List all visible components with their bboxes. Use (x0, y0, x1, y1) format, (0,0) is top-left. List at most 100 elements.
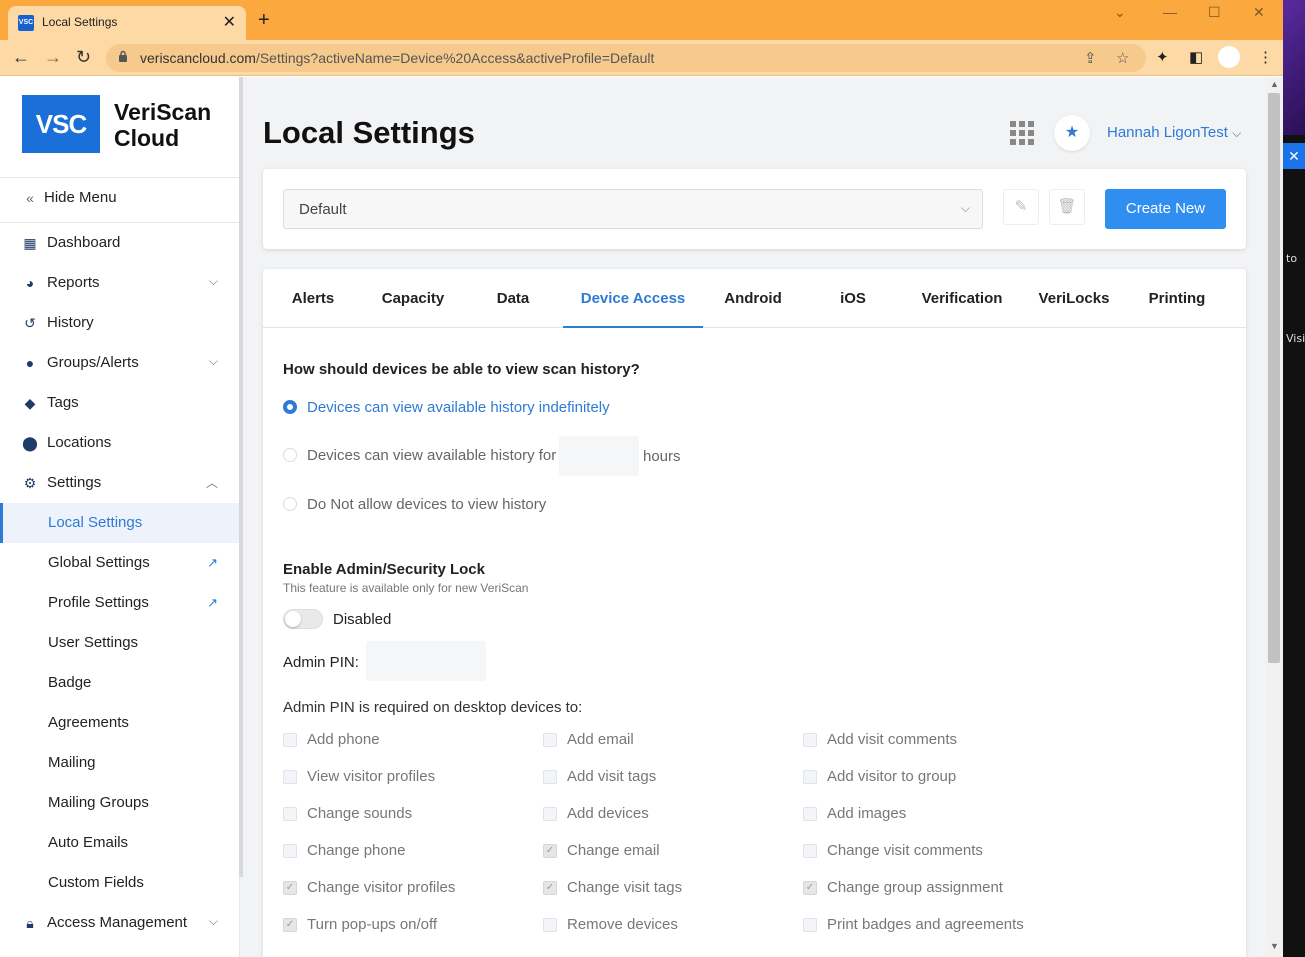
sidebar-item-dashboard[interactable]: ▦ Dashboard (0, 223, 240, 263)
forward-icon[interactable]: → (44, 47, 62, 68)
profile-avatar[interactable] (1218, 46, 1240, 68)
permission-checkbox[interactable]: ✓ (283, 918, 297, 932)
tab-android[interactable]: Android (703, 269, 803, 328)
admin-pin-label: Admin PIN: (283, 654, 359, 671)
sidebar-item-badge[interactable]: Badge (0, 663, 240, 703)
sidebar-item-profile-settings[interactable]: Profile Settings ↗ (0, 583, 240, 623)
dashboard-icon: ▦ (23, 235, 37, 251)
tab-verification[interactable]: Verification (903, 269, 1021, 328)
tab-capacity[interactable]: Capacity (363, 269, 463, 328)
permission-checkbox[interactable] (543, 807, 557, 821)
permission-checkbox[interactable]: ✓ (543, 881, 557, 895)
permission-label: Change sounds (307, 805, 413, 822)
tab-printing[interactable]: Printing (1127, 269, 1227, 328)
menu-kebab-icon[interactable]: ⋮ (1258, 48, 1273, 66)
page-scrollbar[interactable]: ▲ ▼ (1266, 77, 1283, 957)
sidebar-item-tags[interactable]: ◆ Tags (0, 383, 240, 423)
tab-device-access[interactable]: Device Access (563, 269, 703, 328)
permission-checkbox[interactable] (803, 733, 817, 747)
permission-label: Add phone (307, 731, 380, 748)
permission-checkbox[interactable] (803, 918, 817, 932)
tab-verilocks[interactable]: VeriLocks (1021, 269, 1127, 328)
permission-checkbox[interactable]: ✓ (543, 844, 557, 858)
sidebar-item-auto-emails[interactable]: Auto Emails (0, 823, 240, 863)
apps-grid-icon[interactable] (1010, 121, 1034, 145)
back-icon[interactable]: ← (12, 47, 30, 68)
history-icon: ↺ (24, 315, 36, 331)
sidebar-item-user-settings[interactable]: User Settings (0, 623, 240, 663)
permission-checkbox[interactable] (283, 807, 297, 821)
extensions-icon[interactable]: ✦ (1156, 48, 1169, 66)
browser-tab[interactable]: VSC Local Settings ✕ (8, 6, 246, 40)
maximize-icon[interactable]: ☐ (1208, 4, 1221, 21)
share-icon[interactable]: ⇪ (1084, 49, 1097, 67)
permission-label: Print badges and agreements (827, 916, 1024, 933)
permission-checkbox[interactable]: ✓ (283, 881, 297, 895)
sidebar-item-label: Global Settings (48, 554, 150, 571)
sidebar-item-local-settings[interactable]: Local Settings (0, 503, 240, 543)
security-lock-toggle[interactable] (283, 609, 323, 629)
permission-checkbox[interactable] (543, 733, 557, 747)
permission-checkbox[interactable] (543, 918, 557, 932)
pie-chart-icon: ◕ (25, 275, 35, 291)
chevron-down-icon: ⌵ (960, 201, 970, 215)
tab-search-icon[interactable]: ⌄ (1114, 4, 1126, 21)
tab-data[interactable]: Data (463, 269, 563, 328)
create-new-button[interactable]: Create New (1105, 189, 1226, 229)
minimize-icon[interactable]: — (1163, 4, 1177, 20)
sidebar-item-locations[interactable]: ⬤ Locations (0, 423, 240, 463)
profile-select[interactable]: Default ⌵ (283, 189, 983, 229)
admin-pin-input[interactable] (366, 641, 486, 681)
permission-checkbox[interactable] (543, 770, 557, 784)
sidebar-item-label: Groups/Alerts (47, 354, 139, 371)
permission-checkbox[interactable] (283, 844, 297, 858)
sidebar-item-mailing-groups[interactable]: Mailing Groups (0, 783, 240, 823)
tab-alerts[interactable]: Alerts (263, 269, 363, 328)
sidepanel-icon[interactable]: ◧ (1189, 48, 1203, 66)
sidebar-item-reports[interactable]: ◕ Reports ⌵ (0, 263, 240, 303)
sidebar-item-settings[interactable]: ⚙ Settings ︿ (0, 463, 240, 503)
address-bar[interactable]: veriscancloud.com/Settings?activeName=De… (106, 44, 1146, 72)
hide-menu-button[interactable]: « Hide Menu (0, 178, 240, 218)
tab-close-icon[interactable]: ✕ (223, 12, 236, 32)
permission-checkbox[interactable]: ✓ (803, 881, 817, 895)
sidebar-item-mailing[interactable]: Mailing (0, 743, 240, 783)
sidebar-item-history[interactable]: ↺ History (0, 303, 240, 343)
favorite-star-icon[interactable]: ★ (1054, 115, 1090, 151)
sidebar-item-custom-fields[interactable]: Custom Fields (0, 863, 240, 903)
permission-checkbox[interactable] (283, 770, 297, 784)
permission-checkbox[interactable] (803, 844, 817, 858)
window-close-icon[interactable]: ✕ (1253, 4, 1265, 21)
sidebar-item-global-settings[interactable]: Global Settings ↗ (0, 543, 240, 583)
radio-history-indefinite[interactable] (283, 400, 297, 414)
sidebar-item-label: User Settings (48, 634, 139, 651)
permission-checkbox[interactable] (283, 733, 297, 747)
permission-checkbox[interactable] (803, 807, 817, 821)
close-icon[interactable]: ✕ (1283, 143, 1305, 169)
sidebar-item-groups-alerts[interactable]: ● Groups/Alerts ⌵ (0, 343, 240, 383)
radio-history-hours[interactable] (283, 448, 297, 462)
user-menu[interactable]: Hannah LigonTest ⌵ (1107, 124, 1241, 141)
history-question: How should devices be able to view scan … (283, 361, 640, 378)
app-area: VSC VeriScan Cloud « Hide Menu ▦ Dashboar… (0, 77, 1283, 957)
permission-label: Change group assignment (827, 879, 1003, 896)
scrollbar-thumb[interactable] (1268, 93, 1280, 663)
tab-ios[interactable]: iOS (803, 269, 903, 328)
permission-label: Add email (567, 731, 634, 748)
sidebar-item-label: Reports (47, 274, 100, 291)
sidebar-item-access-management[interactable]: 🔒︎ Access Management ⌵ (0, 903, 240, 943)
lock-icon (119, 50, 127, 62)
permission-checkbox[interactable] (803, 770, 817, 784)
bookmark-star-icon[interactable]: ☆ (1116, 49, 1129, 67)
background-text: Visi (1286, 332, 1305, 345)
new-tab-button[interactable]: + (258, 9, 270, 32)
edit-profile-button[interactable]: ✎ (1003, 189, 1039, 225)
reload-icon[interactable]: ↻ (76, 47, 91, 68)
history-hours-input[interactable] (559, 436, 639, 476)
delete-profile-button[interactable]: 🗑︎ (1049, 189, 1085, 225)
sidebar-item-label: Local Settings (48, 514, 143, 531)
page-title: Local Settings (263, 115, 475, 150)
radio-history-none[interactable] (283, 497, 297, 511)
sidebar-item-agreements[interactable]: Agreements (0, 703, 240, 743)
chevron-down-icon: ⌵ (1232, 126, 1242, 140)
